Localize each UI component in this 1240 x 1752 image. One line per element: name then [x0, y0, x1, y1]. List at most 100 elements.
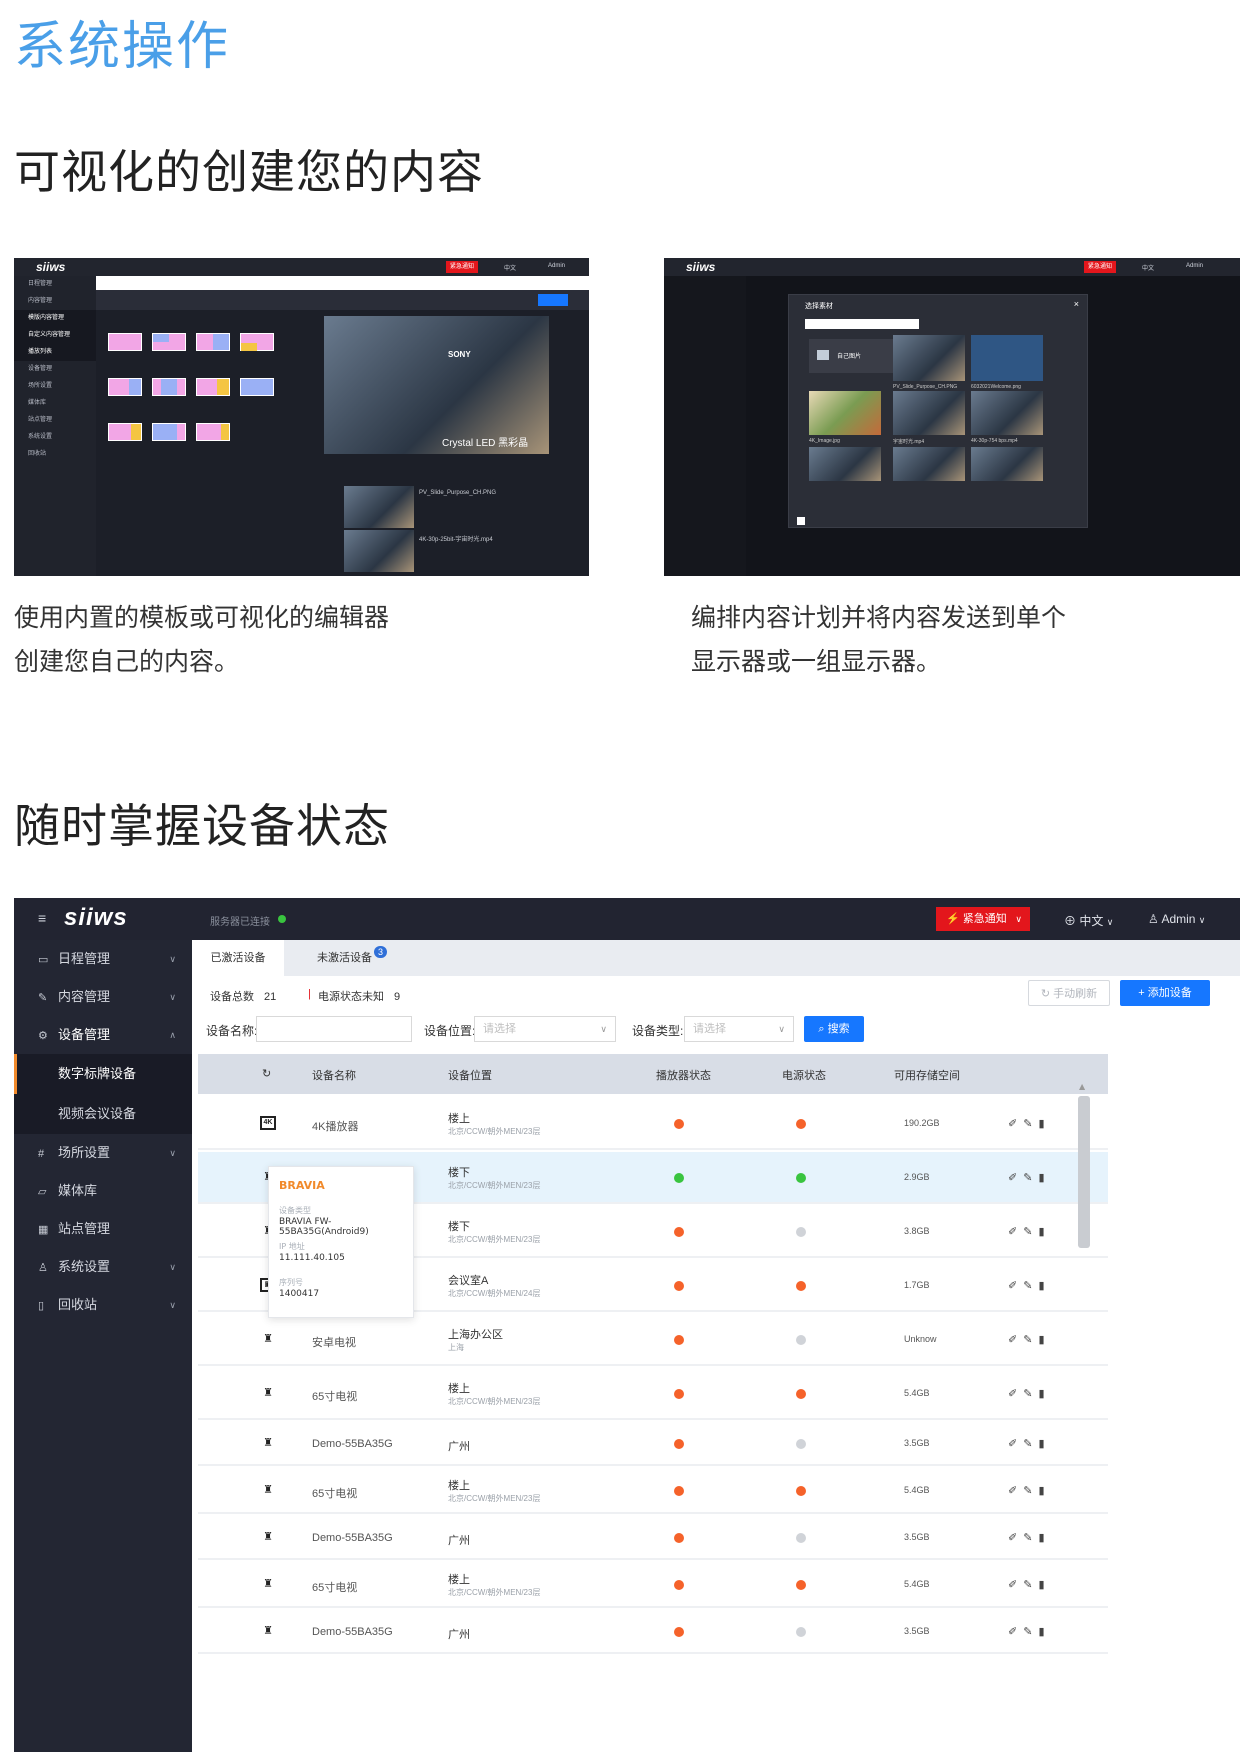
sidebar-item[interactable]: 设备管理 [14, 361, 96, 378]
template-tile[interactable] [152, 333, 186, 351]
media-tile[interactable] [893, 447, 965, 481]
scrollbar[interactable] [1078, 1096, 1090, 1248]
table-row[interactable]: ♜ Demo-55BA35G 广州 3.5GB ✐✎▮ [198, 1422, 1108, 1466]
sidebar-item-site[interactable]: ▦ 站点管理 [14, 1210, 192, 1248]
template-tile[interactable] [152, 423, 186, 441]
table-row[interactable]: 4K 4K播放器 楼上 北京/CCW/朝外MEN/23层 190.2GB ✐✎▮ [198, 1098, 1108, 1150]
remote-icon[interactable]: ✐ [1008, 1626, 1023, 1638]
edit-icon[interactable]: ✎ [1023, 1438, 1038, 1450]
table-row[interactable]: ♜ Demo-55BA35G 广州 3.5GB ✐✎▮ [198, 1610, 1108, 1654]
media-tile[interactable] [809, 391, 881, 435]
search-button[interactable]: ⌕ 搜索 [804, 1016, 864, 1042]
tab-inactive-devices[interactable]: 未激活设备 3 [304, 940, 400, 976]
template-tile[interactable] [108, 333, 142, 351]
remote-icon[interactable]: ✐ [1008, 1280, 1023, 1292]
add-device-button[interactable]: + 添加设备 [1120, 980, 1210, 1006]
sidebar-item-venue[interactable]: # 场所设置 ∨ [14, 1134, 192, 1172]
remote-icon[interactable]: ✐ [1008, 1438, 1023, 1450]
sidebar-item-recycle[interactable]: ▯ 回收站 ∨ [14, 1286, 192, 1324]
table-row[interactable]: ♜ Demo-55BA35G 广州 3.5GB ✐✎▮ [198, 1516, 1108, 1560]
delete-icon[interactable]: ▮ [1038, 1438, 1050, 1450]
template-tile[interactable] [240, 333, 274, 351]
delete-icon[interactable]: ▮ [1038, 1579, 1050, 1591]
template-tile[interactable] [196, 378, 230, 396]
language-menu[interactable]: ⊕ 中文 ∨ [1064, 912, 1113, 929]
edit-icon[interactable]: ✎ [1023, 1118, 1038, 1130]
language-menu[interactable]: 中文 [1142, 263, 1154, 272]
template-tile[interactable] [196, 423, 230, 441]
remote-icon[interactable]: ✐ [1008, 1172, 1023, 1184]
remote-icon[interactable]: ✐ [1008, 1485, 1023, 1497]
template-tile[interactable] [108, 378, 142, 396]
folder-tile[interactable]: 自己图片 [809, 339, 893, 373]
delete-icon[interactable]: ▮ [1038, 1280, 1050, 1292]
media-tile[interactable] [893, 391, 965, 435]
remote-icon[interactable]: ✐ [1008, 1334, 1023, 1346]
edit-icon[interactable]: ✎ [1023, 1280, 1038, 1292]
template-tile[interactable] [240, 378, 274, 396]
edit-icon[interactable]: ✎ [1023, 1334, 1038, 1346]
save-button[interactable] [538, 294, 568, 306]
user-menu[interactable]: ♙ Admin ∨ [1148, 912, 1205, 926]
remote-icon[interactable]: ✐ [1008, 1226, 1023, 1238]
template-tile[interactable] [152, 378, 186, 396]
user-menu[interactable]: Admin [1186, 263, 1203, 269]
tab-active-devices[interactable]: 已激活设备 [192, 940, 284, 976]
delete-icon[interactable]: ▮ [1038, 1118, 1050, 1130]
sidebar-item-content[interactable]: ✎ 内容管理 ∨ [14, 978, 192, 1016]
menu-toggle-icon[interactable]: ≡ [38, 910, 46, 926]
sidebar-item-device[interactable]: ⚙ 设备管理 ∧ [14, 1016, 192, 1054]
delete-icon[interactable]: ▮ [1038, 1485, 1050, 1497]
user-menu[interactable]: Admin [548, 263, 565, 269]
type-select[interactable]: 请选择 ∨ [684, 1016, 794, 1042]
delete-icon[interactable]: ▮ [1038, 1532, 1050, 1544]
sidebar-item[interactable]: 内容管理 [14, 293, 96, 310]
template-tile[interactable] [108, 423, 142, 441]
table-row[interactable]: ♜ 65寸电视 楼上 北京/CCW/朝外MEN/23层 5.4GB ✐✎▮ [198, 1368, 1108, 1420]
sidebar-subitem-signage[interactable]: 数字标牌设备 [14, 1054, 192, 1094]
media-tile[interactable] [809, 447, 881, 481]
sidebar-item[interactable]: 场所设置 [14, 378, 96, 395]
sidebar-item[interactable]: 日程管理 [14, 276, 96, 293]
edit-icon[interactable]: ✎ [1023, 1626, 1038, 1638]
sidebar-subitem[interactable]: 自定义内容管理 [14, 327, 96, 344]
remote-icon[interactable]: ✐ [1008, 1532, 1023, 1544]
device-name-input[interactable] [256, 1016, 412, 1042]
table-row[interactable]: ♜ 安卓电视 上海办公区 上海 Unknow ✐✎▮ [198, 1314, 1108, 1366]
sidebar-item-media[interactable]: ▱ 媒体库 [14, 1172, 192, 1210]
emergency-button[interactable]: 紧急通知 [1084, 261, 1116, 273]
delete-icon[interactable]: ▮ [1038, 1388, 1050, 1400]
sidebar-item[interactable]: 系统设置 [14, 429, 96, 446]
delete-icon[interactable]: ▮ [1038, 1226, 1050, 1238]
sidebar-item[interactable]: 回收站 [14, 446, 96, 463]
sidebar-item[interactable]: 媒体库 [14, 395, 96, 412]
table-row[interactable]: ♜ 65寸电视 楼上 北京/CCW/朝外MEN/23层 5.4GB ✐✎▮ [198, 1562, 1108, 1608]
emergency-button[interactable]: ⚡ 紧急通知 ∨ [936, 907, 1030, 931]
edit-icon[interactable]: ✎ [1023, 1226, 1038, 1238]
edit-icon[interactable]: ✎ [1023, 1532, 1038, 1544]
sidebar-item-system[interactable]: ♙ 系统设置 ∨ [14, 1248, 192, 1286]
refresh-button[interactable]: ↻ 手动刷新 [1028, 980, 1110, 1006]
sidebar-subitem-conference[interactable]: 视频会议设备 [14, 1094, 192, 1134]
delete-icon[interactable]: ▮ [1038, 1172, 1050, 1184]
media-tile[interactable] [971, 391, 1043, 435]
media-tile[interactable] [971, 335, 1043, 381]
media-tile[interactable] [971, 447, 1043, 481]
sidebar-subitem[interactable]: 播放列表 [14, 344, 96, 361]
remote-icon[interactable]: ✐ [1008, 1118, 1023, 1130]
sync-icon[interactable]: ↻ [262, 1067, 271, 1080]
sidebar-item-schedule[interactable]: ▭ 日程管理 ∨ [14, 940, 192, 978]
remote-icon[interactable]: ✐ [1008, 1579, 1023, 1591]
sidebar-subitem[interactable]: 模版内容管理 [14, 310, 96, 327]
media-tile[interactable] [893, 335, 965, 381]
emergency-button[interactable]: 紧急通知 [446, 261, 478, 273]
remote-icon[interactable]: ✐ [1008, 1388, 1023, 1400]
language-menu[interactable]: 中文 [504, 263, 516, 272]
scroll-up-icon[interactable]: ▲ [1079, 1082, 1085, 1091]
search-input[interactable] [805, 319, 919, 329]
template-tile[interactable] [196, 333, 230, 351]
location-select[interactable]: 请选择 ∨ [474, 1016, 616, 1042]
edit-icon[interactable]: ✎ [1023, 1388, 1038, 1400]
close-icon[interactable]: × [1074, 299, 1079, 309]
sidebar-item[interactable]: 站点管理 [14, 412, 96, 429]
